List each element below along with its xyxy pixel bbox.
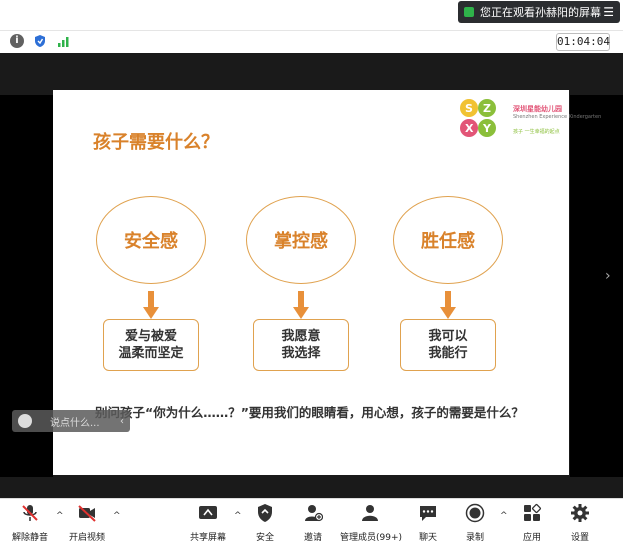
letterbox-right (570, 95, 623, 477)
chevron-up-icon[interactable]: ^ (113, 511, 121, 521)
detail-line: 我愿意 (281, 329, 321, 344)
record-button[interactable]: 录制 (445, 503, 505, 543)
presentation-slide: 孩子需要什么？ S Z X Y 深圳星能幼儿园 Shenzhen Experie… (53, 90, 601, 475)
chat-icon (420, 506, 436, 521)
share-screen-icon (199, 506, 217, 519)
chevron-left-icon[interactable]: ‹ (120, 416, 124, 427)
signal-icon[interactable] (57, 34, 71, 48)
kindergarten-logo: S Z X Y 深圳星能幼儿园 Shenzhen Experience Kind… (457, 96, 601, 146)
unmute-label: 解除静音 (11, 533, 48, 543)
participants-button[interactable]: 管理成员(99+) (340, 503, 403, 543)
share-screen-button[interactable]: 共享屏幕 (178, 503, 238, 543)
settings-button[interactable]: 设置 (550, 503, 610, 543)
camera-icon (464, 7, 474, 17)
need-circle-control: 掌控感 (246, 196, 356, 284)
detail-line: 我能行 (428, 346, 468, 361)
emoji-icon[interactable] (18, 414, 32, 428)
invite-button[interactable]: 邀请 (283, 503, 343, 543)
need-circle-security: 安全感 (96, 196, 206, 284)
logo-text-english: Shenzhen Experience Kindergarten (513, 114, 602, 120)
need-detail-box: 爱与被爱 温柔而坚定 (103, 319, 199, 371)
svg-text:Z: Z (483, 102, 491, 115)
logo-text-chinese: 深圳星能幼儿园 (513, 105, 562, 113)
settings-label: 设置 (570, 533, 589, 543)
logo-mark-icon: S Z X Y (460, 99, 496, 137)
start-video-button[interactable]: 开启视频 (57, 503, 117, 543)
detail-line: 我可以 (428, 329, 468, 344)
detail-line: 温柔而坚定 (118, 346, 184, 361)
banner-text: 您正在观看孙赫阳的屏幕 (480, 6, 601, 19)
svg-text:X: X (465, 122, 474, 135)
down-arrow-icon (293, 291, 309, 319)
meeting-controls: 解除静音 ^ 开启视频 ^ 共享屏幕 ^ 安全 邀请 管理成员(99+) 聊天 … (0, 498, 623, 543)
down-arrow-icon (440, 291, 456, 319)
need-detail-box: 我愿意 我选择 (253, 319, 349, 371)
info-icon[interactable]: i (10, 34, 24, 48)
apps-icon (524, 504, 541, 521)
participants-label: 管理成员(99+) (340, 533, 403, 543)
screen-share-banner[interactable]: 您正在观看孙赫阳的屏幕 ☰ (458, 1, 620, 23)
need-label: 掌控感 (274, 231, 328, 252)
menu-icon[interactable]: ☰ (603, 5, 614, 19)
microphone-muted-icon (22, 505, 38, 521)
slide-title: 孩子需要什么？ (93, 132, 219, 153)
record-label: 录制 (465, 533, 484, 543)
svg-text:S: S (465, 102, 473, 115)
need-label: 安全感 (124, 231, 178, 252)
record-icon (465, 503, 485, 523)
need-label: 胜任感 (421, 231, 475, 252)
shield-icon[interactable] (33, 34, 47, 48)
logo-slogan: 孩子 一生幸福的起点 (513, 129, 560, 135)
meeting-timer: 01:04:04 (556, 33, 610, 51)
invite-label: 邀请 (303, 533, 322, 543)
shield-icon (258, 504, 272, 522)
detail-line: 我选择 (281, 346, 321, 361)
meeting-status-bar: i 01:04:04 (0, 30, 623, 54)
svg-text:Y: Y (482, 122, 492, 135)
video-off-icon (78, 505, 96, 522)
add-user-icon (305, 505, 324, 522)
unmute-button[interactable]: 解除静音 (0, 503, 60, 543)
share-screen-label: 共享屏幕 (189, 533, 226, 543)
chat-input[interactable]: 说点什么... ‹ (12, 410, 130, 432)
down-arrow-icon (143, 291, 159, 319)
detail-line: 爱与被爱 (124, 329, 177, 344)
gear-icon (571, 504, 589, 522)
chevron-right-icon[interactable]: › (605, 268, 611, 284)
need-detail-box: 我可以 我能行 (400, 319, 496, 371)
start-video-label: 开启视频 (68, 533, 105, 543)
need-circle-competence: 胜任感 (393, 196, 503, 284)
users-icon (362, 505, 378, 521)
slide-caption: 别问孩子“你为什么……？”要用我们的眼睛看，用心想，孩子的需要是什么？ (95, 405, 524, 420)
chat-placeholder: 说点什么... (50, 417, 100, 429)
